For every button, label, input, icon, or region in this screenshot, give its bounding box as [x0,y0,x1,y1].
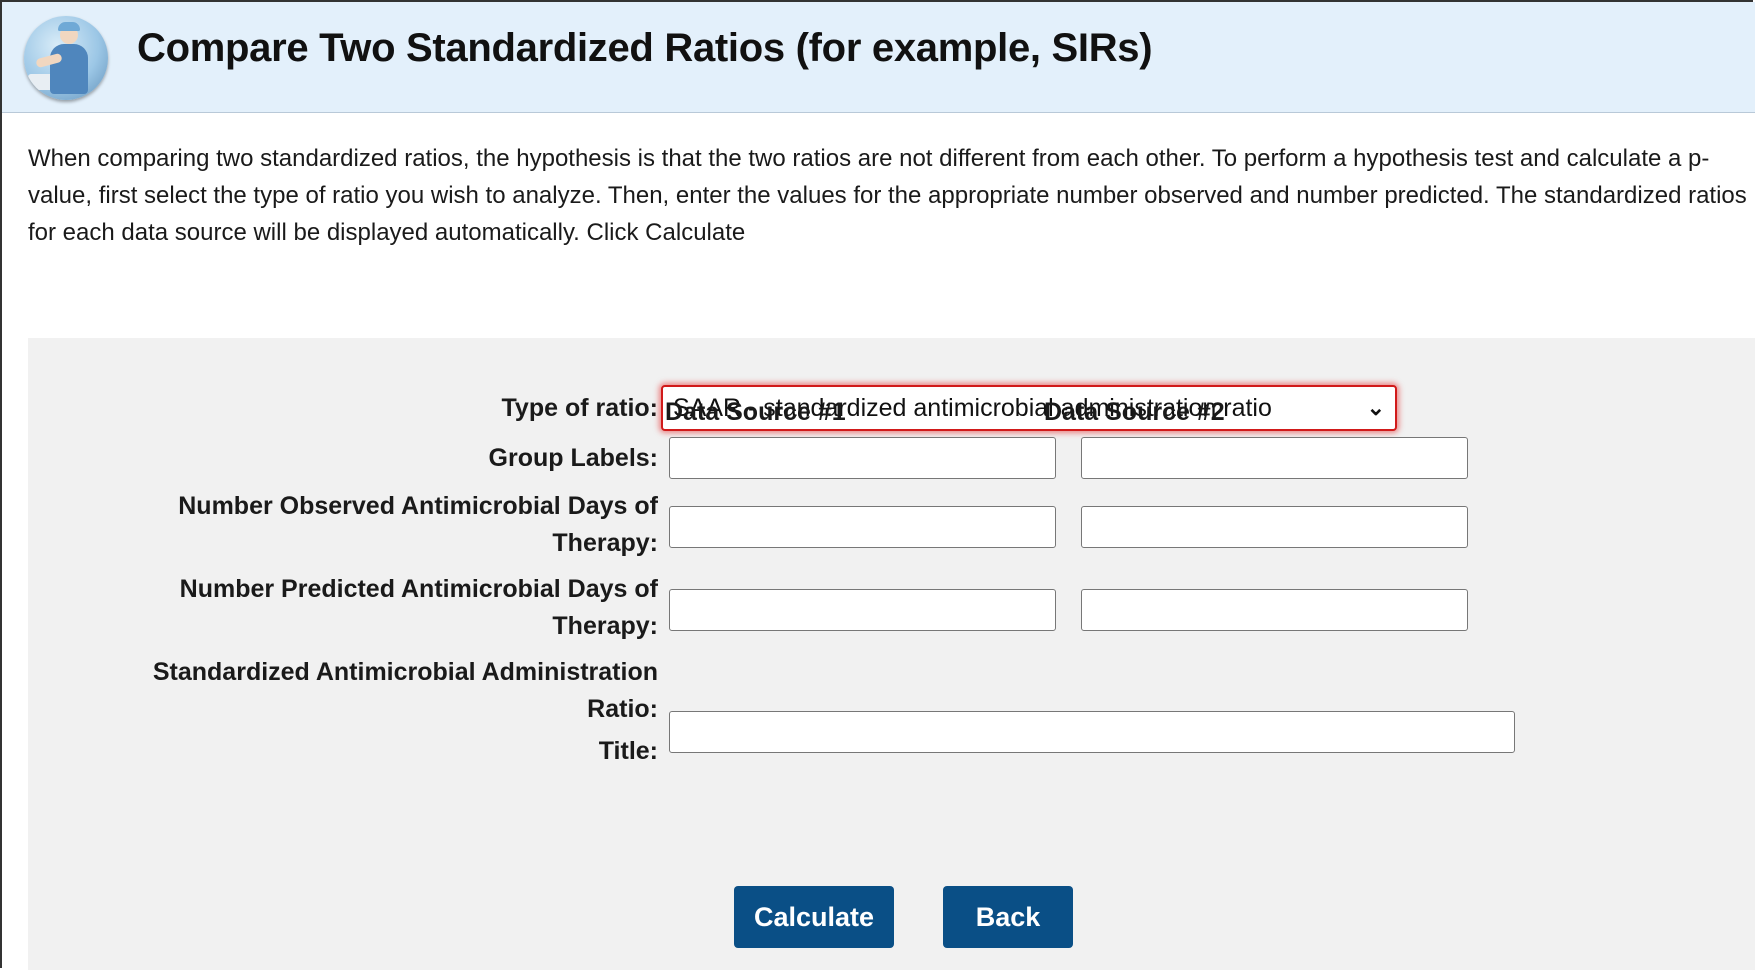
saar-label-line2: Ratio: [587,695,658,723]
number-observed-label-line2: Therapy: [552,529,658,557]
number-observed-label: Number Observed Antimicrobial Days of Th… [178,488,658,562]
calculate-button[interactable]: Calculate [734,886,894,948]
type-of-ratio-label: Type of ratio: [501,394,658,422]
back-button[interactable]: Back [943,886,1073,948]
data-source-1-header: Data Source #1 [665,398,846,426]
group-labels-label: Group Labels: [488,444,658,472]
chevron-down-icon: ⌄ [1366,395,1385,420]
title-label: Title: [598,737,658,765]
number-observed-label-line1: Number Observed Antimicrobial Days of [178,492,658,520]
number-predicted-label-line1: Number Predicted Antimicrobial Days of [179,575,658,603]
saar-label-line1: Standardized Antimicrobial Administratio… [152,658,658,686]
saar-label: Standardized Antimicrobial Administratio… [153,654,658,728]
number-observed-1-input[interactable] [669,506,1056,548]
number-predicted-label: Number Predicted Antimicrobial Days of T… [180,571,658,645]
number-observed-2-input[interactable] [1081,506,1468,548]
form-panel: Type of ratio: SAAR - standardized antim… [28,338,1755,970]
page-header: Compare Two Standardized Ratios (for exa… [2,2,1755,113]
number-predicted-2-input[interactable] [1081,589,1468,631]
group-label-1-input[interactable] [669,437,1056,479]
title-input[interactable] [669,711,1515,753]
data-source-2-header: Data Source #2 [1044,398,1225,426]
number-predicted-label-line2: Therapy: [552,612,658,640]
number-predicted-1-input[interactable] [669,589,1056,631]
hand-washing-clinician-icon [24,16,108,100]
page-title: Compare Two Standardized Ratios (for exa… [137,26,1153,70]
intro-paragraph: When comparing two standardized ratios, … [28,145,1747,246]
group-label-2-input[interactable] [1081,437,1468,479]
